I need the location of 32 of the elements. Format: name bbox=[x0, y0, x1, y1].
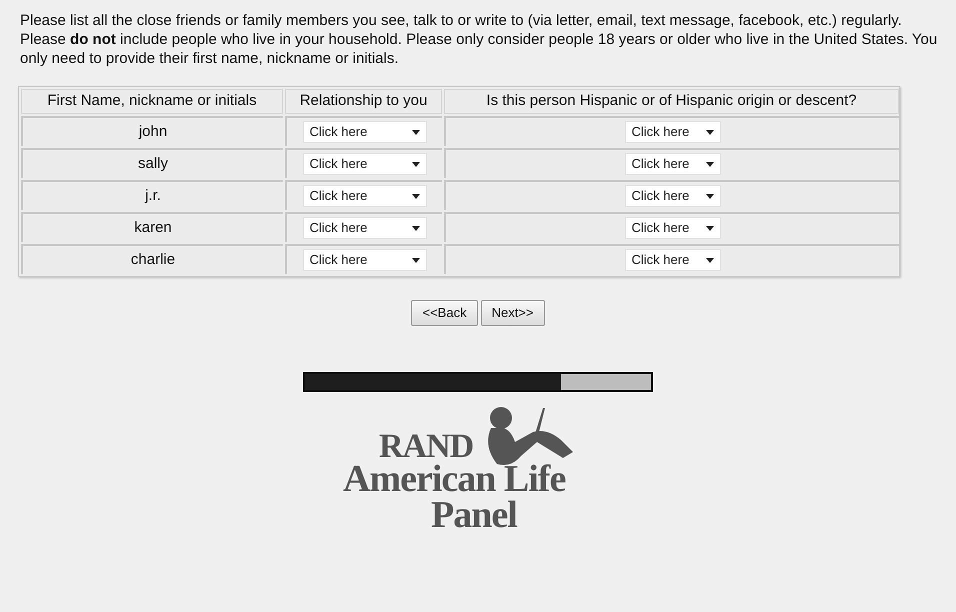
dropdown[interactable]: Click here bbox=[624, 249, 720, 271]
caret-icon bbox=[412, 162, 420, 166]
table-cell: john bbox=[21, 116, 283, 146]
column-header: First Name, nickname or initials bbox=[21, 89, 283, 114]
column-header: Is this person Hispanic or of Hispanic origin or descent? bbox=[444, 89, 899, 114]
table-cell: charlie bbox=[21, 244, 283, 274]
dropdown[interactable]: Click here bbox=[302, 121, 426, 143]
dropdown[interactable]: Click here bbox=[624, 185, 720, 207]
dropdown[interactable]: Click here bbox=[624, 153, 720, 175]
caret-icon bbox=[706, 194, 714, 198]
caret-icon bbox=[412, 194, 420, 198]
caret-icon bbox=[706, 226, 714, 230]
caret-icon bbox=[706, 162, 714, 166]
dropdown[interactable]: Click here bbox=[302, 217, 426, 239]
caret-icon bbox=[412, 258, 420, 262]
dropdown[interactable]: Click here bbox=[302, 185, 426, 207]
caret-icon bbox=[412, 130, 420, 134]
dropdown[interactable]: Click here bbox=[624, 217, 720, 239]
dropdown[interactable]: Click here bbox=[302, 249, 426, 271]
column-header: Relationship to you bbox=[285, 89, 442, 114]
back-button[interactable]: <<Back bbox=[411, 300, 478, 326]
next-button[interactable]: Next>> bbox=[480, 300, 544, 326]
caret-icon bbox=[706, 258, 714, 262]
caret-icon bbox=[706, 130, 714, 134]
table-cell: sally bbox=[21, 148, 283, 178]
dropdown[interactable]: Click here bbox=[302, 153, 426, 175]
caret-icon bbox=[412, 226, 420, 230]
dropdown[interactable]: Click here bbox=[624, 121, 720, 143]
instructions-text: Please list all the close friends or family members you see, talk to or write to (via letter, email, text message, facebook, etc.) regularly. Please do not include people who live in your household. Please only consider people 18 years or older who live in the United States. You only need to provide their first name, nickname or initials. bbox=[20, 11, 938, 68]
logo-text: Panel bbox=[431, 496, 517, 534]
table-cell: karen bbox=[21, 212, 283, 242]
table-cell: j.r. bbox=[21, 180, 283, 210]
